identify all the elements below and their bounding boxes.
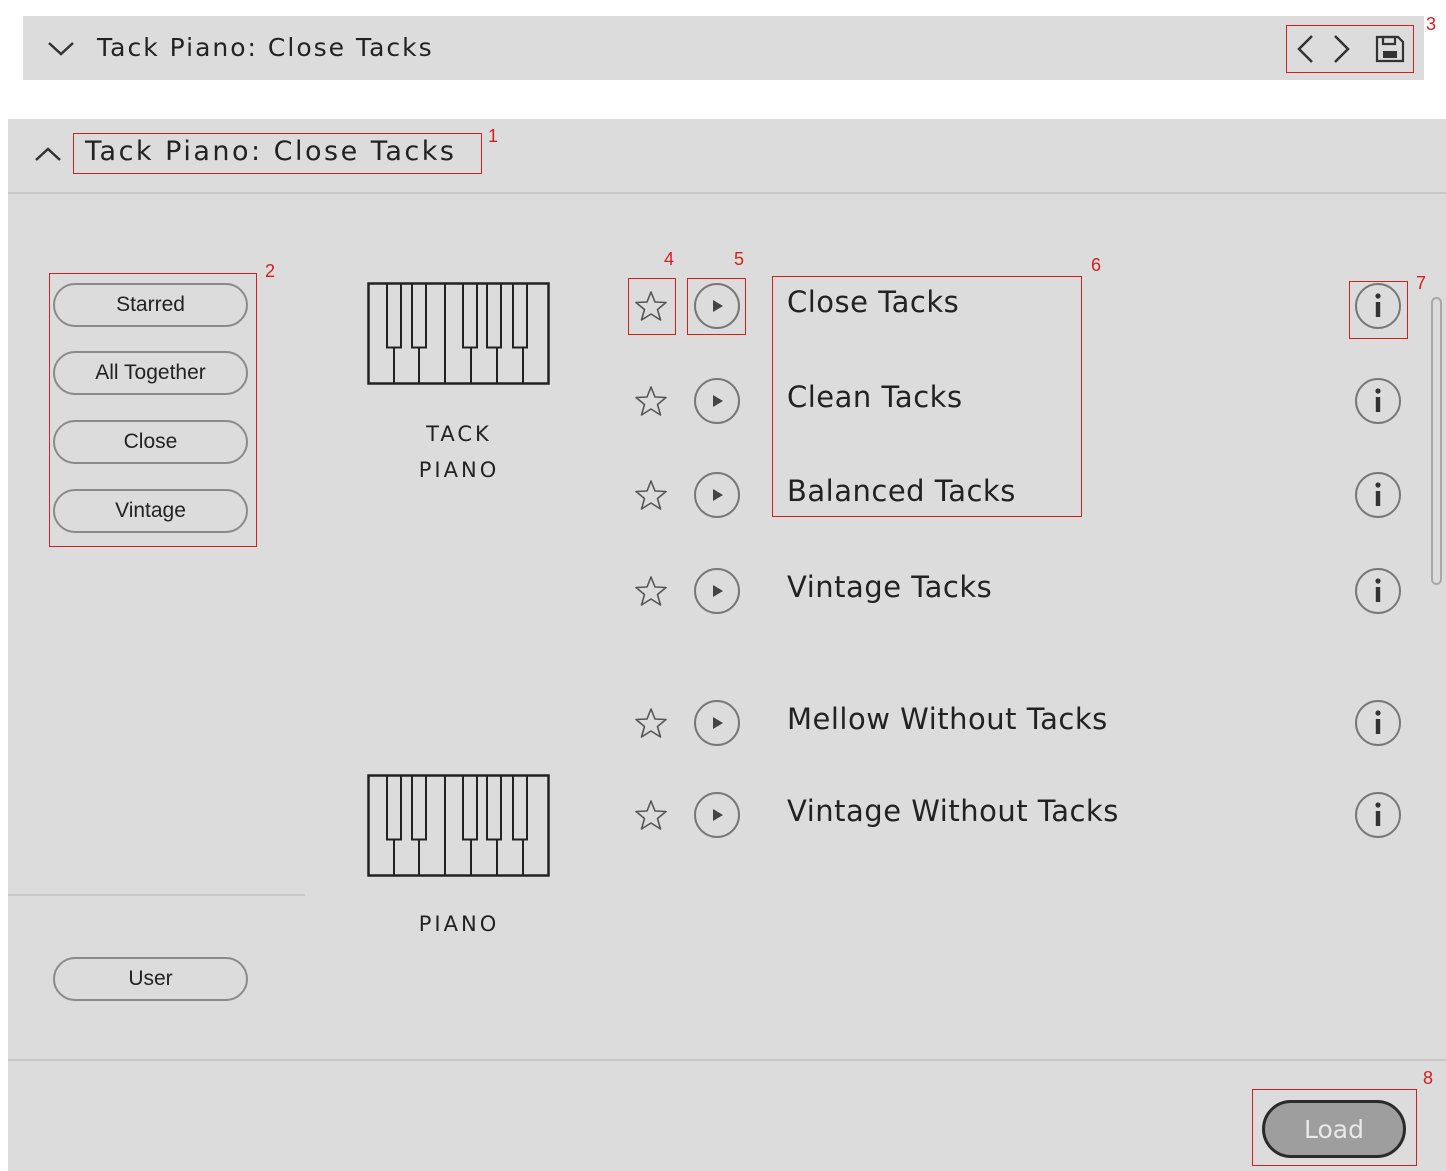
piano-keys-icon[interactable] <box>367 774 552 878</box>
star-icon[interactable] <box>635 799 667 831</box>
star-icon[interactable] <box>635 385 667 417</box>
annotation-box-3 <box>1286 25 1414 73</box>
annotation-box-6 <box>772 276 1082 517</box>
star-icon[interactable] <box>635 707 667 739</box>
play-icon[interactable] <box>693 699 741 747</box>
annotation-box-7 <box>1349 281 1408 339</box>
preset-name[interactable]: Vintage Without Tacks <box>787 794 1119 828</box>
collapsed-header-bar[interactable]: Tack Piano: Close Tacks <box>23 16 1424 80</box>
annotation-box-8 <box>1252 1089 1417 1166</box>
annotation-number-5: 5 <box>734 249 745 269</box>
info-icon[interactable] <box>1354 699 1402 747</box>
chevron-up-icon[interactable] <box>34 144 62 164</box>
info-icon[interactable] <box>1354 791 1402 839</box>
info-icon[interactable] <box>1354 377 1402 425</box>
preset-name[interactable]: Mellow Without Tacks <box>787 702 1108 736</box>
sidebar-divider <box>8 894 305 896</box>
annotation-box-5 <box>687 278 746 335</box>
annotation-number-7: 7 <box>1416 273 1427 293</box>
star-icon[interactable] <box>635 575 667 607</box>
piano-keys-icon[interactable] <box>367 282 552 386</box>
annotation-number-2: 2 <box>265 261 276 281</box>
star-icon[interactable] <box>635 479 667 511</box>
annotation-number-8: 8 <box>1423 1068 1434 1088</box>
chevron-down-icon[interactable] <box>47 38 75 58</box>
instrument-label-tack: TACK <box>426 422 492 446</box>
annotation-box-2 <box>49 273 257 547</box>
annotation-number-4: 4 <box>664 249 675 269</box>
header-title: Tack Piano: Close Tacks <box>97 33 434 62</box>
annotation-box-4 <box>628 278 676 335</box>
preset-name[interactable]: Vintage Tacks <box>787 570 992 604</box>
instrument-label-piano-2: PIANO <box>418 912 500 936</box>
footer-divider <box>8 1059 1446 1061</box>
annotation-number-6: 6 <box>1091 255 1102 275</box>
play-icon[interactable] <box>693 791 741 839</box>
panel-divider <box>8 192 1446 194</box>
instrument-label-piano-1: PIANO <box>418 458 500 482</box>
play-icon[interactable] <box>693 471 741 519</box>
annotation-box-1 <box>73 133 482 174</box>
user-button[interactable]: User <box>53 957 248 1001</box>
scrollbar[interactable] <box>1431 297 1442 585</box>
annotation-number-1: 1 <box>488 126 499 146</box>
play-icon[interactable] <box>693 567 741 615</box>
play-icon[interactable] <box>693 377 741 425</box>
info-icon[interactable] <box>1354 567 1402 615</box>
annotation-number-3: 3 <box>1426 14 1437 34</box>
info-icon[interactable] <box>1354 471 1402 519</box>
